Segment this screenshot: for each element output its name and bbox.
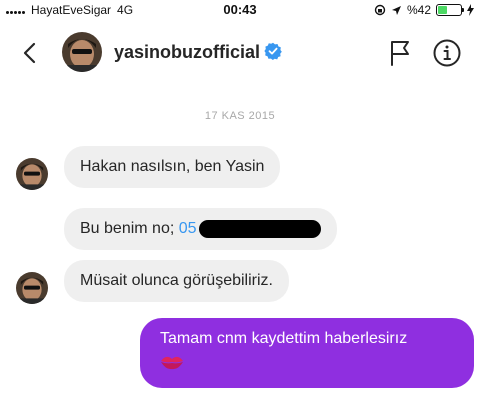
- back-icon[interactable]: [18, 40, 44, 66]
- username-label: yasinobuzofficial: [114, 42, 261, 62]
- avatar-image: [16, 272, 48, 304]
- charging-icon: [467, 4, 474, 16]
- message-bubble-outgoing[interactable]: Tamam cnm kaydettim haberlesirız: [140, 318, 474, 388]
- kiss-mark-icon: [161, 356, 183, 370]
- sender-avatar[interactable]: [16, 272, 48, 304]
- status-bar: HayatEveSigar 4G 00:43 %42: [0, 0, 480, 22]
- sender-avatar[interactable]: [16, 158, 48, 190]
- phone-number-link[interactable]: 05: [179, 220, 197, 238]
- message-bubble-incoming[interactable]: Müsait olunca görüşebiliriz.: [64, 260, 289, 302]
- date-separator: 17 KAS 2015: [204, 110, 276, 122]
- info-icon[interactable]: [432, 38, 462, 68]
- message-text: Tamam cnm kaydettim haberlesirız: [160, 330, 408, 347]
- redaction-bar: [198, 220, 321, 238]
- username-title[interactable]: yasinobuzofficial: [114, 42, 282, 63]
- chat-header: yasinobuzofficial: [0, 22, 480, 84]
- lock-rotation-icon: [374, 4, 386, 16]
- location-icon: [391, 5, 401, 15]
- avatar-image: [62, 32, 102, 72]
- battery-fill: [438, 6, 448, 14]
- message-text: Hakan nasılsın, ben Yasin: [80, 158, 265, 175]
- message-bubble-incoming[interactable]: Hakan nasılsın, ben Yasin: [64, 146, 281, 188]
- battery-icon: [436, 4, 464, 16]
- message-bubble-incoming[interactable]: Bu benim no; 05: [64, 208, 337, 250]
- message-text-prefix: Bu benim no;: [80, 220, 179, 237]
- message-text: Müsait olunca görüşebiliriz.: [80, 272, 273, 289]
- flag-icon[interactable]: [386, 38, 414, 68]
- verified-badge-icon: [264, 42, 282, 60]
- avatar-image: [16, 158, 48, 190]
- status-right: %42: [374, 3, 474, 17]
- avatar[interactable]: [62, 32, 102, 72]
- battery-percent: %42: [406, 3, 431, 17]
